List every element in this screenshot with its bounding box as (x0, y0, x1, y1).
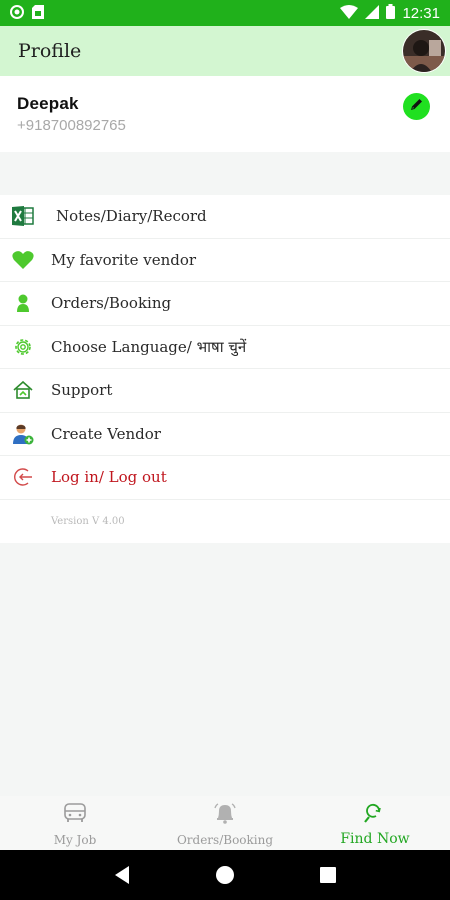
bottom-nav: My Job Orders/Booking Find Now (0, 796, 450, 850)
nav-label: Find Now (340, 831, 410, 847)
nav-label: Orders/Booking (176, 833, 274, 847)
status-bar: 12:31 (0, 0, 450, 26)
profile-card: Deepak +918700892765 (0, 76, 450, 152)
support-house-icon (11, 378, 35, 402)
user-name: Deepak (17, 94, 79, 113)
tab-orders-booking[interactable]: Orders/Booking (150, 796, 300, 850)
bus-icon (63, 802, 87, 828)
tab-find-now[interactable]: Find Now (300, 796, 450, 850)
edit-profile-button[interactable] (403, 93, 430, 120)
menu-item-label: Notes/Diary/Record (56, 207, 207, 226)
menu-item-label: Orders/Booking (51, 294, 172, 313)
menu-item-choose-language[interactable]: Choose Language/ भाषा चुनें (0, 326, 450, 369)
logout-icon (11, 465, 35, 489)
avatar[interactable] (402, 29, 446, 73)
version-row: Version V 4.00 (0, 500, 450, 543)
gear-icon (11, 335, 35, 359)
add-user-icon (11, 422, 35, 446)
excel-icon (11, 204, 35, 228)
system-nav-bar (0, 850, 450, 900)
bell-icon (213, 802, 237, 828)
menu-item-notes[interactable]: Notes/Diary/Record (0, 195, 450, 239)
menu-item-create-vendor[interactable]: Create Vendor (0, 413, 450, 456)
person-icon (11, 291, 35, 315)
menu-item-label: Choose Language/ भाषा चुनें (51, 337, 247, 356)
user-phone: +918700892765 (17, 117, 126, 134)
menu-list: Notes/Diary/Record My favorite vendor Or… (0, 195, 450, 543)
recents-button[interactable] (313, 860, 343, 890)
page-title: Profile (18, 40, 82, 62)
menu-item-support[interactable]: Support (0, 369, 450, 413)
status-time: 12:31 (402, 4, 440, 22)
heart-icon (11, 248, 35, 272)
menu-item-favorite-vendor[interactable]: My favorite vendor (0, 239, 450, 282)
notification-circle-icon (10, 4, 24, 23)
battery-icon (386, 3, 396, 23)
menu-item-orders-booking[interactable]: Orders/Booking (0, 282, 450, 326)
menu-item-label: Log in/ Log out (51, 468, 167, 487)
search-refresh-icon (363, 802, 387, 828)
nav-label: My Job (53, 833, 97, 847)
menu-item-login-logout[interactable]: Log in/ Log out (0, 456, 450, 500)
back-button[interactable] (107, 860, 137, 890)
menu-item-label: Support (51, 381, 113, 400)
cellular-signal-icon (365, 4, 380, 23)
version-text: Version V 4.00 (51, 515, 125, 527)
tab-my-job[interactable]: My Job (0, 796, 150, 850)
pencil-icon (409, 97, 424, 116)
menu-item-label: My favorite vendor (51, 250, 197, 269)
menu-item-label: Create Vendor (51, 424, 161, 443)
home-button[interactable] (210, 860, 240, 890)
sim-card-icon (32, 4, 44, 23)
wifi-icon (340, 4, 359, 23)
app-bar: Profile (0, 26, 450, 76)
